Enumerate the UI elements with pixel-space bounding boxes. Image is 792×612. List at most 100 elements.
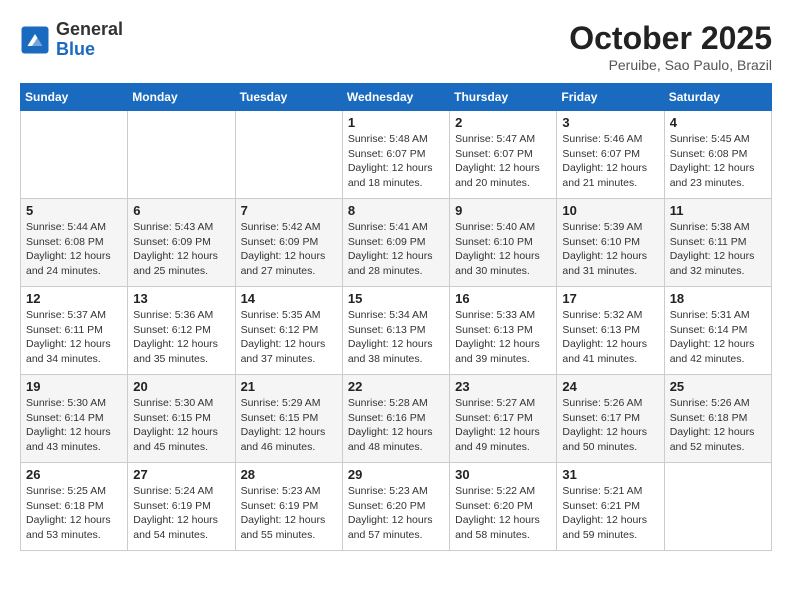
day-number: 2: [455, 115, 551, 130]
day-info: Sunrise: 5:31 AM Sunset: 6:14 PM Dayligh…: [670, 308, 766, 367]
calendar-cell: 20Sunrise: 5:30 AM Sunset: 6:15 PM Dayli…: [128, 375, 235, 463]
calendar-cell: [664, 463, 771, 551]
day-info: Sunrise: 5:46 AM Sunset: 6:07 PM Dayligh…: [562, 132, 658, 191]
day-info: Sunrise: 5:29 AM Sunset: 6:15 PM Dayligh…: [241, 396, 337, 455]
day-info: Sunrise: 5:37 AM Sunset: 6:11 PM Dayligh…: [26, 308, 122, 367]
day-info: Sunrise: 5:44 AM Sunset: 6:08 PM Dayligh…: [26, 220, 122, 279]
logo-blue: Blue: [56, 40, 123, 60]
day-number: 1: [348, 115, 444, 130]
day-number: 10: [562, 203, 658, 218]
calendar-cell: 21 Sunrise: 5:29 AM Sunset: 6:15 PM Dayli…: [235, 375, 342, 463]
calendar-cell: 15 Sunrise: 5:34 AM Sunset: 6:13 PM Dayli…: [342, 287, 449, 375]
day-info: Sunrise: 5:33 AM Sunset: 6:13 PM Dayligh…: [455, 308, 551, 367]
calendar-cell: [128, 111, 235, 199]
calendar-week-row: 12Sunrise: 5:37 AM Sunset: 6:11 PM Dayli…: [21, 287, 772, 375]
logo-icon: [20, 25, 50, 55]
calendar-cell: [21, 111, 128, 199]
day-info: Sunrise: 5:41 AM Sunset: 6:09 PM Dayligh…: [348, 220, 444, 279]
day-info: Sunrise: 5:43 AM Sunset: 6:09 PM Dayligh…: [133, 220, 229, 279]
calendar-cell: 4 Sunrise: 5:45 AM Sunset: 6:08 PM Daylig…: [664, 111, 771, 199]
day-number: 30: [455, 467, 551, 482]
calendar-cell: 30 Sunrise: 5:22 AM Sunset: 6:20 PM Dayli…: [450, 463, 557, 551]
calendar-cell: 11 Sunrise: 5:38 AM Sunset: 6:11 PM Dayli…: [664, 199, 771, 287]
day-number: 18: [670, 291, 766, 306]
calendar-body: 1 Sunrise: 5:48 AM Sunset: 6:07 PM Daylig…: [21, 111, 772, 551]
calendar-cell: 3Sunrise: 5:46 AM Sunset: 6:07 PM Daylig…: [557, 111, 664, 199]
day-info: Sunrise: 5:24 AM Sunset: 6:19 PM Dayligh…: [133, 484, 229, 543]
calendar-cell: 5 Sunrise: 5:44 AM Sunset: 6:08 PM Daylig…: [21, 199, 128, 287]
calendar-cell: 23Sunrise: 5:27 AM Sunset: 6:17 PM Dayli…: [450, 375, 557, 463]
day-number: 22: [348, 379, 444, 394]
day-info: Sunrise: 5:25 AM Sunset: 6:18 PM Dayligh…: [26, 484, 122, 543]
calendar-cell: 28 Sunrise: 5:23 AM Sunset: 6:19 PM Dayli…: [235, 463, 342, 551]
day-info: Sunrise: 5:21 AM Sunset: 6:21 PM Dayligh…: [562, 484, 658, 543]
day-number: 17: [562, 291, 658, 306]
day-info: Sunrise: 5:26 AM Sunset: 6:18 PM Dayligh…: [670, 396, 766, 455]
day-info: Sunrise: 5:26 AM Sunset: 6:17 PM Dayligh…: [562, 396, 658, 455]
calendar-cell: 19Sunrise: 5:30 AM Sunset: 6:14 PM Dayli…: [21, 375, 128, 463]
calendar-week-row: 5 Sunrise: 5:44 AM Sunset: 6:08 PM Daylig…: [21, 199, 772, 287]
day-number: 21: [241, 379, 337, 394]
day-info: Sunrise: 5:42 AM Sunset: 6:09 PM Dayligh…: [241, 220, 337, 279]
calendar-cell: [235, 111, 342, 199]
day-number: 8: [348, 203, 444, 218]
calendar-cell: 27 Sunrise: 5:24 AM Sunset: 6:19 PM Dayli…: [128, 463, 235, 551]
calendar-cell: 14 Sunrise: 5:35 AM Sunset: 6:12 PM Dayli…: [235, 287, 342, 375]
day-number: 15: [348, 291, 444, 306]
month-title: October 2025: [569, 20, 772, 57]
day-number: 31: [562, 467, 658, 482]
day-info: Sunrise: 5:39 AM Sunset: 6:10 PM Dayligh…: [562, 220, 658, 279]
weekday-header-row: SundayMondayTuesdayWednesdayThursdayFrid…: [21, 84, 772, 111]
day-info: Sunrise: 5:27 AM Sunset: 6:17 PM Dayligh…: [455, 396, 551, 455]
day-number: 4: [670, 115, 766, 130]
calendar-cell: 10 Sunrise: 5:39 AM Sunset: 6:10 PM Dayli…: [557, 199, 664, 287]
day-number: 5: [26, 203, 122, 218]
day-number: 6: [133, 203, 229, 218]
weekday-header-wednesday: Wednesday: [342, 84, 449, 111]
calendar-cell: 22 Sunrise: 5:28 AM Sunset: 6:16 PM Dayli…: [342, 375, 449, 463]
weekday-header-monday: Monday: [128, 84, 235, 111]
logo-general: General: [56, 20, 123, 40]
calendar-cell: 31 Sunrise: 5:21 AM Sunset: 6:21 PM Dayli…: [557, 463, 664, 551]
logo: General Blue: [20, 20, 123, 60]
calendar-cell: 16Sunrise: 5:33 AM Sunset: 6:13 PM Dayli…: [450, 287, 557, 375]
day-info: Sunrise: 5:35 AM Sunset: 6:12 PM Dayligh…: [241, 308, 337, 367]
day-info: Sunrise: 5:34 AM Sunset: 6:13 PM Dayligh…: [348, 308, 444, 367]
calendar-cell: 26 Sunrise: 5:25 AM Sunset: 6:18 PM Dayli…: [21, 463, 128, 551]
day-info: Sunrise: 5:47 AM Sunset: 6:07 PM Dayligh…: [455, 132, 551, 191]
weekday-header-saturday: Saturday: [664, 84, 771, 111]
day-info: Sunrise: 5:23 AM Sunset: 6:19 PM Dayligh…: [241, 484, 337, 543]
calendar-cell: 29 Sunrise: 5:23 AM Sunset: 6:20 PM Dayli…: [342, 463, 449, 551]
calendar-table: SundayMondayTuesdayWednesdayThursdayFrid…: [20, 83, 772, 551]
day-info: Sunrise: 5:45 AM Sunset: 6:08 PM Dayligh…: [670, 132, 766, 191]
calendar-cell: 12Sunrise: 5:37 AM Sunset: 6:11 PM Dayli…: [21, 287, 128, 375]
day-number: 9: [455, 203, 551, 218]
day-info: Sunrise: 5:48 AM Sunset: 6:07 PM Dayligh…: [348, 132, 444, 191]
day-number: 14: [241, 291, 337, 306]
calendar-week-row: 19Sunrise: 5:30 AM Sunset: 6:14 PM Dayli…: [21, 375, 772, 463]
day-info: Sunrise: 5:22 AM Sunset: 6:20 PM Dayligh…: [455, 484, 551, 543]
calendar-cell: 1 Sunrise: 5:48 AM Sunset: 6:07 PM Daylig…: [342, 111, 449, 199]
calendar-cell: 13Sunrise: 5:36 AM Sunset: 6:12 PM Dayli…: [128, 287, 235, 375]
calendar-week-row: 1 Sunrise: 5:48 AM Sunset: 6:07 PM Daylig…: [21, 111, 772, 199]
location-subtitle: Peruibe, Sao Paulo, Brazil: [569, 57, 772, 73]
weekday-header-sunday: Sunday: [21, 84, 128, 111]
day-info: Sunrise: 5:23 AM Sunset: 6:20 PM Dayligh…: [348, 484, 444, 543]
page-header: General Blue October 2025 Peruibe, Sao P…: [20, 20, 772, 73]
calendar-cell: 17 Sunrise: 5:32 AM Sunset: 6:13 PM Dayli…: [557, 287, 664, 375]
calendar-cell: 25Sunrise: 5:26 AM Sunset: 6:18 PM Dayli…: [664, 375, 771, 463]
day-number: 29: [348, 467, 444, 482]
calendar-cell: 2 Sunrise: 5:47 AM Sunset: 6:07 PM Daylig…: [450, 111, 557, 199]
day-info: Sunrise: 5:38 AM Sunset: 6:11 PM Dayligh…: [670, 220, 766, 279]
calendar-cell: 9Sunrise: 5:40 AM Sunset: 6:10 PM Daylig…: [450, 199, 557, 287]
day-number: 20: [133, 379, 229, 394]
day-info: Sunrise: 5:32 AM Sunset: 6:13 PM Dayligh…: [562, 308, 658, 367]
day-number: 27: [133, 467, 229, 482]
day-number: 26: [26, 467, 122, 482]
calendar-cell: 7Sunrise: 5:42 AM Sunset: 6:09 PM Daylig…: [235, 199, 342, 287]
title-area: October 2025 Peruibe, Sao Paulo, Brazil: [569, 20, 772, 73]
day-number: 11: [670, 203, 766, 218]
calendar-week-row: 26 Sunrise: 5:25 AM Sunset: 6:18 PM Dayli…: [21, 463, 772, 551]
day-info: Sunrise: 5:28 AM Sunset: 6:16 PM Dayligh…: [348, 396, 444, 455]
day-number: 28: [241, 467, 337, 482]
